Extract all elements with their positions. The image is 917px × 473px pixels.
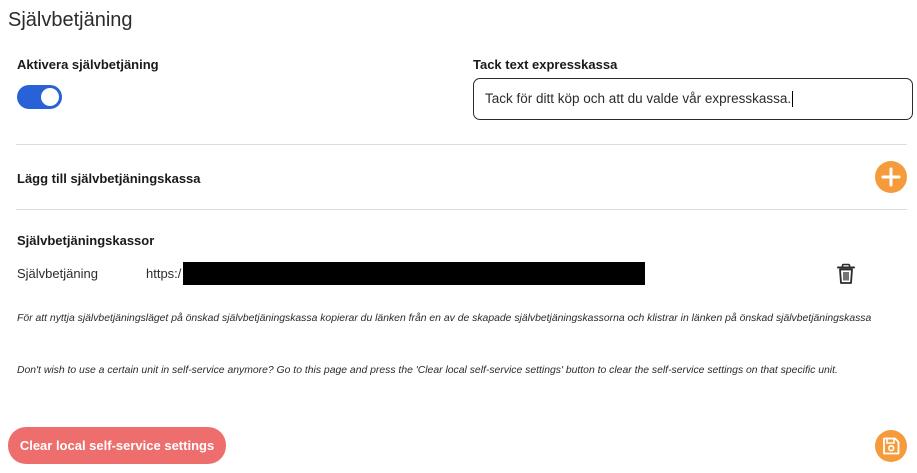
- add-register-button[interactable]: [875, 161, 907, 193]
- trash-icon: [837, 263, 855, 284]
- register-url[interactable]: https:/: [146, 266, 181, 281]
- divider: [16, 209, 907, 210]
- registers-heading: Självbetjäningskassor: [17, 233, 155, 248]
- activate-toggle[interactable]: [17, 85, 62, 109]
- thanks-text-value: Tack för ditt köp och att du valde vår e…: [485, 91, 792, 106]
- note-en: Don't wish to use a certain unit in self…: [17, 365, 838, 376]
- register-name: Självbetjäning: [17, 266, 98, 281]
- add-register-label: Lägg till självbetjäningskassa: [17, 171, 201, 186]
- activate-label: Aktivera självbetjäning: [17, 57, 159, 72]
- clear-settings-button[interactable]: Clear local self-service settings: [8, 427, 226, 464]
- divider: [16, 144, 907, 145]
- delete-register-button[interactable]: [836, 263, 856, 285]
- plus-icon: [881, 167, 901, 187]
- save-button[interactable]: [875, 430, 907, 462]
- note-sv: För att nyttja självbetjäningsläget på ö…: [17, 313, 872, 324]
- page-title: Självbetjäning: [8, 9, 133, 31]
- text-caret: [792, 91, 794, 108]
- thanks-text-input[interactable]: Tack för ditt köp och att du valde vår e…: [473, 78, 913, 120]
- save-icon: [883, 437, 900, 455]
- toggle-knob: [41, 88, 59, 106]
- redacted-url: [183, 262, 645, 285]
- thanks-label: Tack text expresskassa: [473, 57, 618, 72]
